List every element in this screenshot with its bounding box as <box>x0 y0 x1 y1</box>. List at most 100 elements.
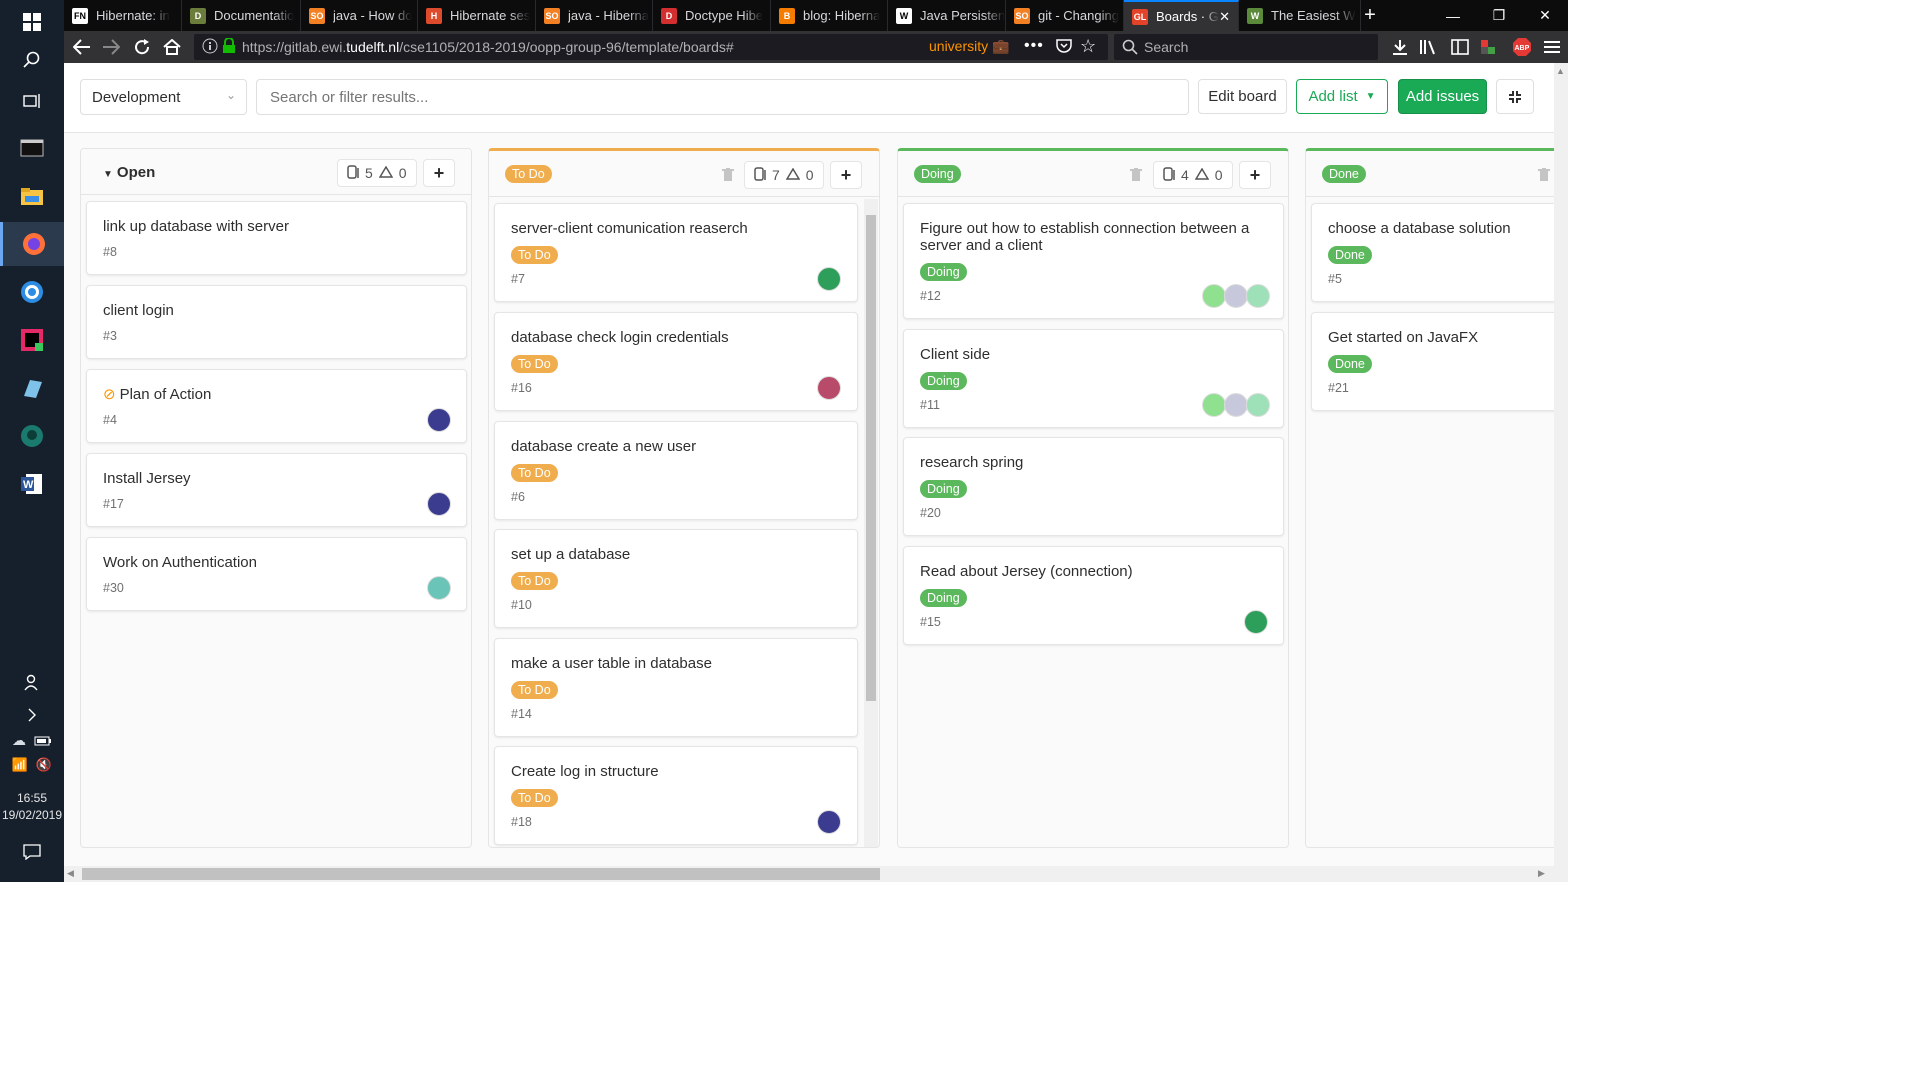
browser-tab[interactable]: SO java - Hiberna <box>536 0 653 31</box>
browser-tab[interactable]: SO git - Changing <box>1006 0 1124 31</box>
container-badge[interactable]: university 💼 <box>929 38 1009 55</box>
list-label[interactable]: Done <box>1322 165 1366 183</box>
new-issue-button[interactable]: + <box>1239 161 1271 189</box>
search-box[interactable]: Search <box>1114 34 1378 60</box>
add-issues-button[interactable]: Add issues <box>1398 79 1487 114</box>
fullscreen-button[interactable] <box>1496 79 1534 114</box>
back-icon[interactable] <box>68 31 96 63</box>
issue-title[interactable]: Client side <box>920 346 990 363</box>
issue-label[interactable]: To Do <box>511 246 558 264</box>
system-clock[interactable]: 16:55 19/02/2019 <box>0 790 64 824</box>
scroll-right-icon[interactable]: ▶ <box>1538 868 1545 879</box>
issue-title[interactable]: Read about Jersey (connection) <box>920 563 1133 580</box>
issue-card[interactable]: database create a new user To Do #6 <box>494 421 858 520</box>
caret-down-icon[interactable]: ▼ <box>103 169 113 180</box>
task-view-icon[interactable] <box>0 79 64 123</box>
bookmark-star-icon[interactable]: ☆ <box>1080 36 1096 57</box>
extension-icon[interactable] <box>1476 31 1500 63</box>
issue-title[interactable]: server-client comunication reaserch <box>511 220 748 237</box>
adblock-icon[interactable]: ABP <box>1508 31 1536 63</box>
forward-icon[interactable] <box>97 31 125 63</box>
issue-title[interactable]: choose a database solution <box>1328 220 1511 237</box>
assignee-avatar[interactable] <box>1246 284 1270 308</box>
issue-card[interactable]: link up database with server #8 <box>86 201 467 275</box>
assignee-avatar[interactable] <box>427 492 451 516</box>
action-center-icon[interactable] <box>0 830 64 874</box>
issue-card[interactable]: client login #3 <box>86 285 467 359</box>
issue-label[interactable]: Doing <box>920 263 967 281</box>
issue-card[interactable]: Client side Doing #11 <box>903 329 1284 428</box>
issue-card[interactable]: Get started on JavaFX Done #21 <box>1311 312 1554 411</box>
page-vertical-scrollbar[interactable]: ▲ <box>1554 63 1568 866</box>
issue-card[interactable]: Create log in structure To Do #18 <box>494 746 858 845</box>
trash-icon[interactable] <box>1130 168 1142 184</box>
list-scrollbar[interactable] <box>864 199 878 847</box>
issue-card[interactable]: set up a database To Do #10 <box>494 529 858 628</box>
issue-card[interactable]: make a user table in database To Do #14 <box>494 638 858 737</box>
browser-tab[interactable]: GL Boards · G ✕ <box>1124 0 1239 31</box>
intellij-icon[interactable] <box>0 318 64 362</box>
edit-board-button[interactable]: Edit board <box>1198 79 1287 114</box>
search-icon[interactable] <box>0 38 64 82</box>
pocket-icon[interactable] <box>1056 38 1072 59</box>
info-icon[interactable] <box>202 38 218 59</box>
lock-icon[interactable] <box>222 37 236 59</box>
browser-tab[interactable]: FN Hibernate: in <box>64 0 182 31</box>
issue-card[interactable]: Install Jersey #17 <box>86 453 467 527</box>
browser-tab[interactable]: W Java Persisten <box>888 0 1006 31</box>
browser-tab[interactable]: SO java - How do <box>301 0 418 31</box>
issue-card[interactable]: database check login credentials To Do #… <box>494 312 858 411</box>
issue-label[interactable]: To Do <box>511 789 558 807</box>
page-horizontal-scrollbar[interactable]: ◀ ▶ <box>64 866 1568 882</box>
issue-title[interactable]: research spring <box>920 454 1023 471</box>
eclipse-icon[interactable] <box>0 270 64 314</box>
new-tab-icon[interactable]: + <box>1350 0 1390 31</box>
issue-card[interactable]: Work on Authentication #30 <box>86 537 467 611</box>
filter-search-input[interactable] <box>256 79 1189 115</box>
issue-title[interactable]: link up database with server <box>103 218 289 235</box>
scrollbar-thumb[interactable] <box>866 215 876 701</box>
issue-title[interactable]: set up a database <box>511 546 630 563</box>
assignee-avatar[interactable] <box>427 576 451 600</box>
close-tab-icon[interactable]: ✕ <box>1219 9 1230 25</box>
url-bar[interactable]: https://gitlab.ewi.tudelft.nl/cse1105/20… <box>194 34 1108 60</box>
issue-label[interactable]: To Do <box>511 464 558 482</box>
trash-icon[interactable] <box>1538 168 1550 184</box>
trash-icon[interactable] <box>722 168 734 184</box>
restore-icon[interactable]: ❐ <box>1476 0 1522 31</box>
issue-title[interactable]: Plan of Action <box>120 386 212 403</box>
issue-card[interactable]: research spring Doing #20 <box>903 437 1284 536</box>
issue-label[interactable]: Doing <box>920 480 967 498</box>
wifi-icon[interactable]: 📶 <box>12 757 28 773</box>
issue-label[interactable]: Doing <box>920 372 967 390</box>
browser-tab[interactable]: D Doctype Hibe <box>653 0 771 31</box>
new-issue-button[interactable]: + <box>423 159 455 187</box>
terminal-app-icon[interactable] <box>0 126 64 170</box>
issue-title[interactable]: database create a new user <box>511 438 696 455</box>
issue-label[interactable]: To Do <box>511 681 558 699</box>
file-explorer-icon[interactable] <box>0 174 64 218</box>
minimize-icon[interactable]: — <box>1430 0 1476 31</box>
assignee-avatar[interactable] <box>1224 393 1248 417</box>
assignee-avatar[interactable] <box>427 408 451 432</box>
issue-label[interactable]: Done <box>1328 246 1372 264</box>
issue-label[interactable]: To Do <box>511 572 558 590</box>
browser-tab[interactable]: W The Easiest W <box>1239 0 1361 31</box>
issue-card[interactable]: choose a database solution Done #5 <box>1311 203 1554 302</box>
issue-title[interactable]: client login <box>103 302 174 319</box>
issue-title[interactable]: Get started on JavaFX <box>1328 329 1478 346</box>
word-icon[interactable]: W <box>0 462 64 506</box>
assignee-avatar[interactable] <box>1246 393 1270 417</box>
assignee-avatar[interactable] <box>1244 610 1268 634</box>
new-issue-button[interactable]: + <box>830 161 862 189</box>
assignee-avatar[interactable] <box>817 376 841 400</box>
assignee-avatar[interactable] <box>817 810 841 834</box>
gitkraken-icon[interactable] <box>0 414 64 458</box>
library-icon[interactable] <box>1416 31 1440 63</box>
assignee-avatar[interactable] <box>1224 284 1248 308</box>
issue-title[interactable]: Create log in structure <box>511 763 659 780</box>
scroll-up-icon[interactable]: ▲ <box>1556 66 1565 76</box>
issue-title[interactable]: database check login credentials <box>511 329 729 346</box>
assignee-avatar[interactable] <box>1202 284 1226 308</box>
list-label[interactable]: Doing <box>914 165 961 183</box>
